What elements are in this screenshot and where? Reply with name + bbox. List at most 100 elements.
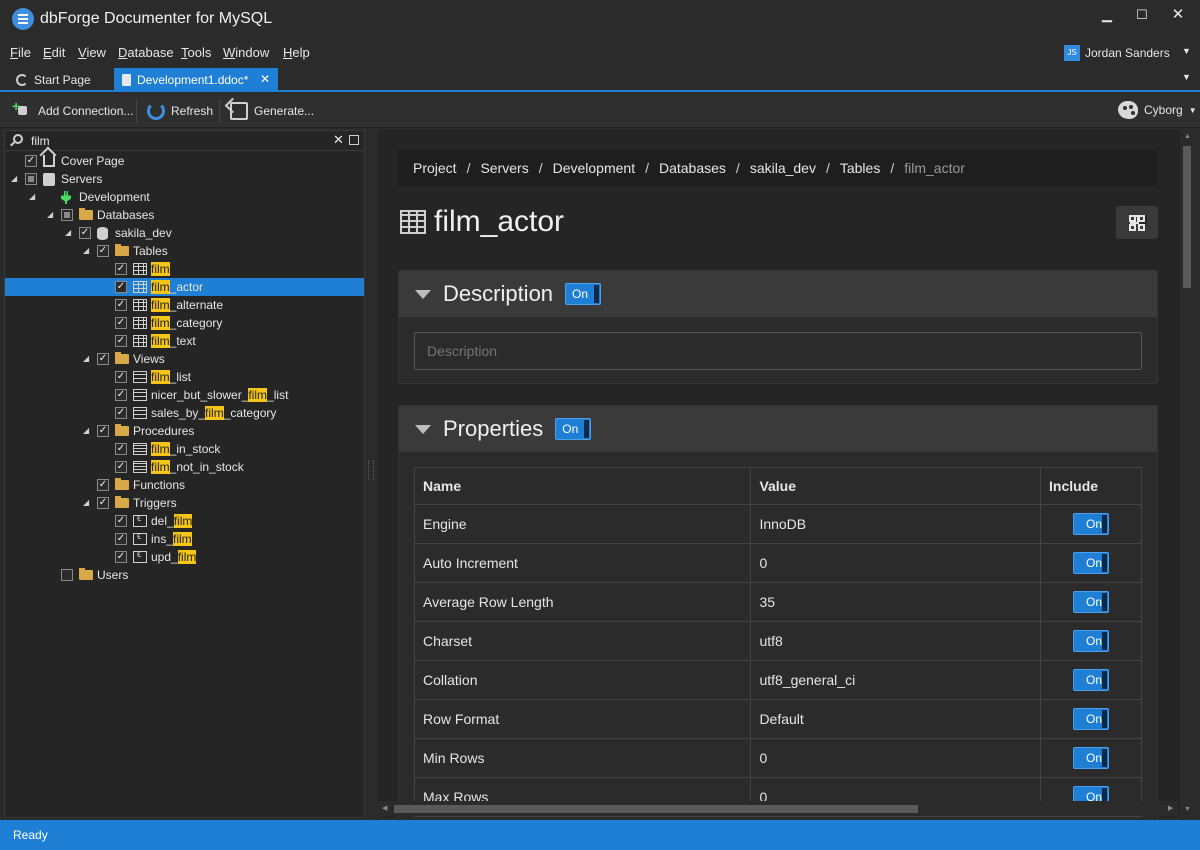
- tree-node[interactable]: ✓ film: [5, 260, 364, 278]
- tree-node[interactable]: ✓ film_not_in_stock: [5, 458, 364, 476]
- panel-splitter[interactable]: [368, 460, 374, 480]
- description-field[interactable]: [414, 332, 1142, 370]
- float-panel-icon[interactable]: [349, 135, 359, 145]
- scroll-up-icon[interactable]: ▲: [1184, 133, 1191, 140]
- tree-node-checkbox[interactable]: ✓: [97, 479, 109, 491]
- tree-expander-icon[interactable]: ◢: [11, 174, 19, 183]
- user-account[interactable]: JS Jordan Sanders: [1064, 44, 1170, 62]
- tree-node-checkbox[interactable]: ✓: [115, 407, 127, 419]
- include-toggle[interactable]: On: [1073, 708, 1110, 730]
- horizontal-scrollbar[interactable]: ◀ ▶: [378, 801, 1178, 816]
- breadcrumb-item[interactable]: Tables: [840, 160, 880, 176]
- tree-node-checkbox[interactable]: ✓: [115, 515, 127, 527]
- tree-expander-icon[interactable]: ◢: [83, 246, 91, 255]
- tree-node-checkbox[interactable]: ✓: [115, 299, 127, 311]
- tree-node-checkbox[interactable]: ✓: [115, 263, 127, 275]
- tree-node[interactable]: ✓ film_text: [5, 332, 364, 350]
- tree-node[interactable]: ✓ Cover Page: [5, 152, 364, 170]
- breadcrumb-item[interactable]: Databases: [659, 160, 726, 176]
- description-section-header[interactable]: Description On: [399, 271, 1157, 317]
- collapse-arrow-icon[interactable]: [415, 424, 431, 434]
- refresh-button[interactable]: Refresh: [147, 101, 213, 121]
- tree-node-checkbox[interactable]: ✓: [115, 317, 127, 329]
- tree-node[interactable]: ✓ Functions: [5, 476, 364, 494]
- menu-file[interactable]: File: [10, 45, 31, 60]
- tree-node[interactable]: ◢ ✓ Procedures: [5, 422, 364, 440]
- collapse-arrow-icon[interactable]: [415, 289, 431, 299]
- description-include-toggle[interactable]: On: [565, 283, 602, 305]
- breadcrumb-item[interactable]: Project: [413, 160, 457, 176]
- tree-node-checkbox[interactable]: ✓: [115, 461, 127, 473]
- tree-node[interactable]: ✓ film_actor: [5, 278, 364, 296]
- tree-expander-icon[interactable]: ◢: [29, 192, 37, 201]
- tree-node-checkbox[interactable]: ✓: [97, 497, 109, 509]
- tree-node[interactable]: ◢ Servers: [5, 170, 364, 188]
- tree-node[interactable]: ✓ film_in_stock: [5, 440, 364, 458]
- tree-node[interactable]: ✓ film_category: [5, 314, 364, 332]
- tree-node[interactable]: ◢ ✓ sakila_dev: [5, 224, 364, 242]
- tree-expander-icon[interactable]: ◢: [83, 354, 91, 363]
- tree-node-checkbox[interactable]: ✓: [25, 155, 37, 167]
- tree-node-checkbox[interactable]: ✓: [97, 245, 109, 257]
- include-toggle[interactable]: On: [1073, 630, 1110, 652]
- menu-tools[interactable]: Tools: [181, 45, 211, 60]
- scroll-left-icon[interactable]: ◀: [382, 804, 387, 812]
- scroll-right-icon[interactable]: ▶: [1168, 804, 1173, 812]
- tree-node-checkbox[interactable]: [25, 173, 37, 185]
- tree-node-checkbox[interactable]: [61, 209, 73, 221]
- breadcrumb-item[interactable]: sakila_dev: [750, 160, 816, 176]
- close-button[interactable]: ✕: [1163, 4, 1193, 26]
- tree-node[interactable]: ◢ Databases: [5, 206, 364, 224]
- tree-node-checkbox[interactable]: ✓: [97, 425, 109, 437]
- tree-node-checkbox[interactable]: ✓: [115, 389, 127, 401]
- tree-node[interactable]: ◢ ✓ Triggers: [5, 494, 364, 512]
- tree-expander-icon[interactable]: ◢: [47, 210, 55, 219]
- tree-node-checkbox[interactable]: [61, 569, 73, 581]
- tab-development-document[interactable]: Development1.ddoc* ✕: [114, 68, 278, 92]
- tree-node[interactable]: ◢ ✓ Tables: [5, 242, 364, 260]
- tree-node-checkbox[interactable]: ✓: [115, 551, 127, 563]
- theme-selector[interactable]: Cyborg ▼: [1118, 101, 1197, 119]
- breadcrumb-item[interactable]: Servers: [480, 160, 528, 176]
- tree-expander-icon[interactable]: ◢: [65, 228, 73, 237]
- generate-button[interactable]: Generate...: [230, 101, 314, 121]
- tree-node[interactable]: ✓ upd_film: [5, 548, 364, 566]
- menu-window[interactable]: Window: [223, 45, 269, 60]
- tree-node[interactable]: ✓ film_alternate: [5, 296, 364, 314]
- user-menu-caret-icon[interactable]: ▼: [1182, 46, 1191, 56]
- tree-node-checkbox[interactable]: ✓: [115, 281, 127, 293]
- add-connection-button[interactable]: Add Connection...: [12, 98, 133, 121]
- include-toggle[interactable]: On: [1073, 669, 1110, 691]
- tree-node[interactable]: ◢ ✓ Views: [5, 350, 364, 368]
- tree-node[interactable]: ✓ nicer_but_slower_film_list: [5, 386, 364, 404]
- tree-node-checkbox[interactable]: ✓: [115, 371, 127, 383]
- maximize-button[interactable]: ☐: [1127, 4, 1157, 26]
- tree-node-checkbox[interactable]: ✓: [115, 533, 127, 545]
- breadcrumb-item[interactable]: Development: [553, 160, 636, 176]
- tree-node-checkbox[interactable]: ✓: [115, 443, 127, 455]
- minimize-button[interactable]: ▁: [1092, 4, 1122, 26]
- tree-node-checkbox[interactable]: ✓: [115, 335, 127, 347]
- tree-node[interactable]: ✓ ins_film: [5, 530, 364, 548]
- close-tab-icon[interactable]: ✕: [260, 72, 270, 86]
- tree-node[interactable]: ✓ del_film: [5, 512, 364, 530]
- menu-database[interactable]: Database: [118, 45, 174, 60]
- include-toggle[interactable]: On: [1073, 747, 1110, 769]
- tree-node[interactable]: Users: [5, 566, 364, 584]
- include-toggle[interactable]: On: [1073, 513, 1110, 535]
- tree-node-checkbox[interactable]: ✓: [79, 227, 91, 239]
- vertical-scrollbar[interactable]: ▲ ▼: [1180, 130, 1195, 818]
- tree-expander-icon[interactable]: ◢: [83, 498, 91, 507]
- menu-view[interactable]: View: [78, 45, 106, 60]
- include-toggle[interactable]: On: [1073, 591, 1110, 613]
- scroll-down-icon[interactable]: ▼: [1184, 806, 1191, 813]
- tab-start-page[interactable]: Start Page: [8, 68, 113, 92]
- tree-node-checkbox[interactable]: ✓: [97, 353, 109, 365]
- vertical-scroll-thumb[interactable]: [1183, 146, 1191, 288]
- tree-expander-icon[interactable]: ◢: [83, 426, 91, 435]
- include-toggle[interactable]: On: [1073, 552, 1110, 574]
- properties-include-toggle[interactable]: On: [555, 418, 592, 440]
- properties-section-header[interactable]: Properties On: [399, 406, 1157, 452]
- layout-toggle-button[interactable]: [1116, 206, 1158, 239]
- horizontal-scroll-thumb[interactable]: [394, 805, 918, 813]
